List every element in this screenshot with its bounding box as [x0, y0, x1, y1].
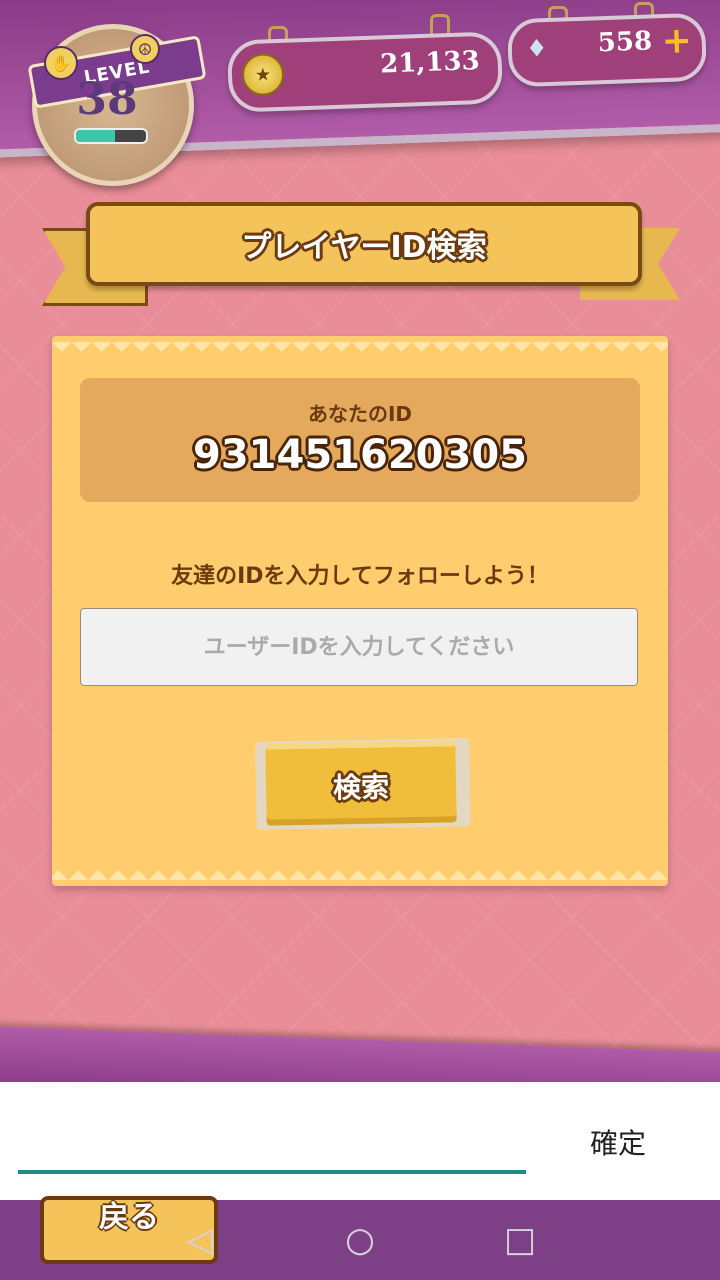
your-id-box: あなたのID 931451620305: [80, 378, 640, 502]
coin-value: 21,133: [379, 45, 481, 80]
page-title: プレイヤーID検索: [241, 230, 487, 265]
search-button-label: 検索: [332, 770, 390, 805]
level-progress-bar: [74, 128, 148, 144]
plus-icon[interactable]: +: [661, 20, 693, 62]
level-number: 38: [76, 74, 138, 125]
your-id-label: あなたのID: [307, 402, 413, 426]
title-banner: プレイヤーID検索: [86, 202, 642, 286]
nav-home-icon[interactable]: ○: [340, 1220, 380, 1260]
peace-icon: ☮: [130, 34, 160, 64]
card-zigzag-top: [52, 342, 668, 356]
ime-confirm-button[interactable]: 確定: [590, 1122, 646, 1162]
follow-prompt: 友達のIDを入力してフォローしよう！: [171, 564, 549, 589]
user-id-input[interactable]: [80, 608, 638, 686]
back-button-label: 戻る: [99, 1200, 159, 1235]
gem-value: 558: [597, 26, 653, 59]
diamond-icon: ♦: [525, 34, 548, 63]
nav-back-icon[interactable]: ◁: [180, 1220, 220, 1260]
level-progress-fill: [76, 130, 115, 142]
ime-text-field[interactable]: [18, 1112, 530, 1170]
coin-icon: ★: [241, 52, 285, 97]
search-button[interactable]: 検索: [265, 740, 457, 826]
gem-counter[interactable]: ♦ 558 +: [506, 12, 708, 88]
search-card: あなたのID 931451620305 友達のIDを入力してフォローしよう！ 検…: [52, 336, 668, 886]
ime-underline: [18, 1170, 526, 1174]
coin-counter[interactable]: ★ 21,133: [226, 31, 504, 113]
ime-input-bar: 確定: [0, 1082, 720, 1202]
nav-recents-icon[interactable]: □: [500, 1220, 540, 1260]
your-id-value: 931451620305: [193, 432, 527, 478]
card-zigzag-bottom: [52, 866, 668, 880]
